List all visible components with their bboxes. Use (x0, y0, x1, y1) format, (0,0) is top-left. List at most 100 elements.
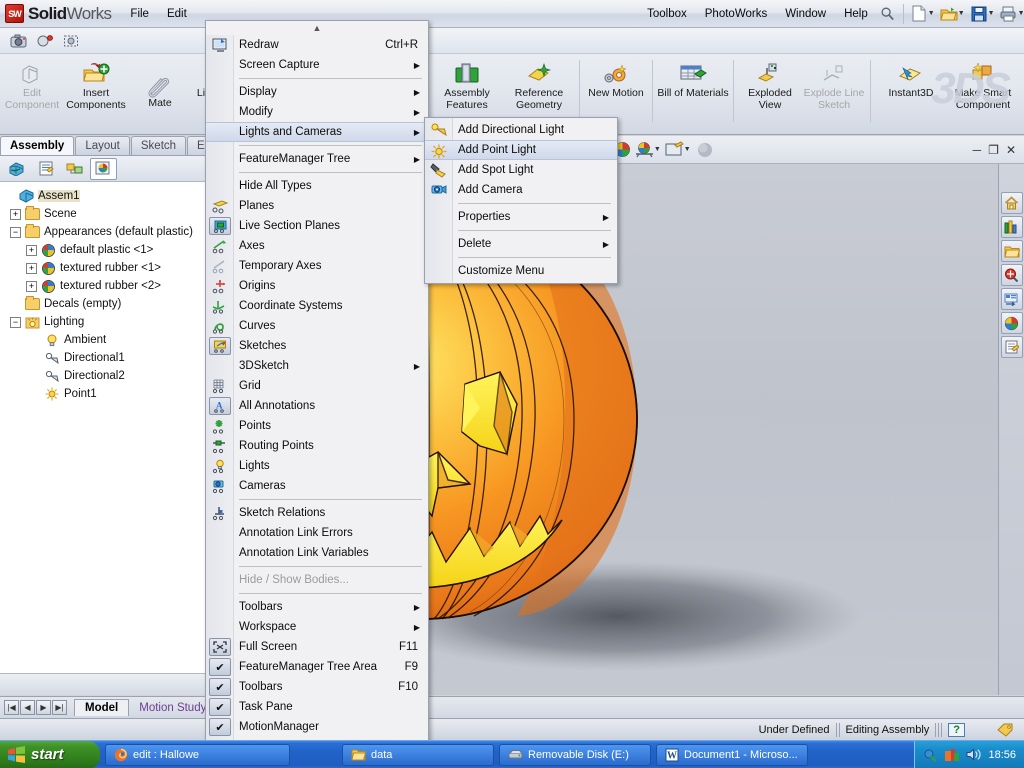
save-icon[interactable] (968, 4, 990, 24)
menu-item-display[interactable]: Display ▶ (206, 82, 428, 102)
doc-close-button[interactable]: ✕ (1006, 143, 1016, 157)
menu-item-points[interactable]: Points (206, 416, 428, 436)
volume-icon[interactable] (966, 748, 982, 761)
menu-item-planes[interactable]: Planes (206, 196, 428, 216)
submenu-item-add-directional-light[interactable]: Add Directional Light (425, 120, 617, 140)
tree-item-decals[interactable]: Decals (empty) (4, 295, 218, 313)
menu-help[interactable]: Help (835, 4, 877, 24)
ribbon-reference-geometry[interactable]: Reference Geometry (503, 58, 575, 111)
tree-item-directional2[interactable]: Directional2 (4, 367, 218, 385)
tree-item-textured-rubber-1[interactable]: + textured rubber <1> (4, 259, 218, 277)
collapser-icon[interactable]: − (10, 316, 21, 328)
taskbar-item-firefox[interactable]: edit : Hallowe (105, 743, 290, 766)
tab-assembly[interactable]: Assembly (0, 136, 75, 155)
menu-item-lights[interactable]: Lights (206, 456, 428, 476)
ribbon-edit-component[interactable]: Edit Component (0, 58, 64, 111)
network-icon[interactable] (923, 748, 938, 762)
taskbar-item-removable-disk[interactable]: Removable Disk (E:) (499, 743, 651, 766)
tab-layout[interactable]: Layout (75, 136, 130, 155)
submenu-item-add-spot-light[interactable]: Add Spot Light (425, 160, 617, 180)
menu-item-modify[interactable]: Modify ▶ (206, 102, 428, 122)
ribbon-explode-line-sketch[interactable]: Explode Line Sketch (802, 58, 866, 111)
custom-properties-icon[interactable] (1000, 336, 1023, 358)
expander-icon[interactable]: + (26, 244, 37, 256)
menu-item-lights-and-cameras[interactable]: Lights and Cameras ▶ (206, 122, 428, 142)
menu-item-routing-points[interactable]: Routing Points (206, 436, 428, 456)
render-icon[interactable] (32, 30, 58, 52)
tree-item-ambient[interactable]: Ambient (4, 331, 218, 349)
menu-item-cameras[interactable]: Cameras (206, 476, 428, 496)
menu-item-featuremanager-tree-area[interactable]: ✔ FeatureManager Tree Area F9 (206, 657, 428, 677)
property-manager-icon[interactable] (32, 158, 59, 180)
menu-item-redraw[interactable]: Redraw Ctrl+R (206, 35, 428, 55)
menu-item-motionmanager[interactable]: ✔ MotionManager (206, 717, 428, 737)
sw-resources-home-icon[interactable] (1000, 192, 1023, 214)
bottom-tab-model[interactable]: Model (74, 699, 130, 716)
start-button[interactable]: start (0, 740, 100, 768)
tab-sketch[interactable]: Sketch (130, 136, 187, 155)
menu-item-featuremanager-tree[interactable]: FeatureManager Tree ▶ (206, 149, 428, 169)
menu-item-sketches[interactable]: Sketches (206, 336, 428, 356)
menu-item-temporary-axes[interactable]: Temporary Axes (206, 256, 428, 276)
app-icon[interactable] (944, 748, 960, 762)
collapser-icon[interactable]: − (10, 226, 21, 238)
file-explorer-folder-icon[interactable] (1000, 240, 1023, 262)
expander-icon[interactable]: + (26, 280, 37, 292)
taskbar-item-word-document[interactable]: W Document1 - Microso... (656, 743, 808, 766)
tree-item-scene[interactable]: + Scene (4, 205, 218, 223)
menu-item-hide-all-types[interactable]: Hide All Types (206, 176, 428, 196)
tree-item-lighting[interactable]: − Lighting (4, 313, 218, 331)
nav-next-button[interactable]: ▶ (36, 700, 51, 715)
ribbon-insert-components[interactable]: Insert Components (64, 58, 128, 111)
menu-item-coordinate-systems[interactable]: Coordinate Systems (206, 296, 428, 316)
submenu-item-customize-menu[interactable]: Customize Menu (425, 261, 617, 281)
status-help-icon[interactable]: ? (948, 722, 965, 737)
menu-item-toolbars-submenu[interactable]: Toolbars ▶ (206, 597, 428, 617)
ribbon-bill-of-materials[interactable]: Bill of Materials (657, 58, 729, 100)
shadow-sphere-icon[interactable] (694, 140, 716, 160)
design-library-icon[interactable] (1000, 216, 1023, 238)
scene-icon[interactable] (634, 140, 656, 160)
tree-item-textured-rubber-2[interactable]: + textured rubber <2> (4, 277, 218, 295)
configuration-manager-icon[interactable] (61, 158, 88, 180)
view-settings-icon[interactable] (664, 140, 686, 160)
search-icon[interactable] (1000, 264, 1023, 286)
tree-item-default-plastic[interactable]: + default plastic <1> (4, 241, 218, 259)
tree-item-point1[interactable]: Point1 (4, 385, 218, 403)
render-region-icon[interactable] (58, 30, 84, 52)
menu-photoworks[interactable]: PhotoWorks (696, 4, 776, 24)
menu-edit[interactable]: Edit (158, 4, 196, 24)
new-document-icon[interactable] (908, 4, 930, 24)
taskbar-item-data[interactable]: data (342, 743, 494, 766)
nav-last-button[interactable]: ▶| (52, 700, 67, 715)
appearances-scenes-icon[interactable] (1000, 312, 1023, 334)
search-icon[interactable] (877, 4, 899, 24)
doc-minimize-button[interactable]: ─ (973, 143, 982, 157)
menu-window[interactable]: Window (776, 4, 835, 24)
menu-scroll-up-arrow[interactable]: ▲ (206, 21, 428, 35)
tree-scroll-area[interactable] (0, 673, 218, 695)
tree-item-directional1[interactable]: Directional1 (4, 349, 218, 367)
menu-file[interactable]: File (121, 4, 158, 24)
submenu-item-add-camera[interactable]: Add Camera (425, 180, 617, 200)
view-palette-icon[interactable] (1000, 288, 1023, 310)
doc-restore-button[interactable]: ❐ (988, 143, 999, 157)
menu-item-toolbars-toggle[interactable]: ✔ Toolbars F10 (206, 677, 428, 697)
expander-icon[interactable]: + (10, 208, 21, 220)
display-manager-icon[interactable] (90, 157, 117, 180)
ribbon-mate[interactable]: Linear Com Mate (128, 58, 192, 123)
menu-item-3dsketch[interactable]: 3DSketch ▶ (206, 356, 428, 376)
menu-item-annotation-link-variables[interactable]: Annotation Link Variables (206, 543, 428, 563)
camera-icon[interactable] (6, 30, 32, 52)
ribbon-assembly-features[interactable]: Assembly Features (431, 58, 503, 111)
menu-item-full-screen[interactable]: Full Screen F11 (206, 637, 428, 657)
menu-item-live-section-planes[interactable]: Live Section Planes (206, 216, 428, 236)
menu-item-sketch-relations[interactable]: Sketch Relations (206, 503, 428, 523)
nav-previous-button[interactable]: ◀ (20, 700, 35, 715)
menu-item-screen-capture[interactable]: Screen Capture ▶ (206, 55, 428, 75)
tree-item-assem1[interactable]: Assem1 (4, 187, 218, 205)
ribbon-exploded-view[interactable]: Exploded View (738, 58, 802, 111)
tag-icon[interactable] (997, 723, 1014, 737)
ribbon-new-motion-study[interactable]: New Motion (584, 58, 648, 100)
submenu-item-add-point-light[interactable]: Add Point Light (425, 140, 617, 160)
